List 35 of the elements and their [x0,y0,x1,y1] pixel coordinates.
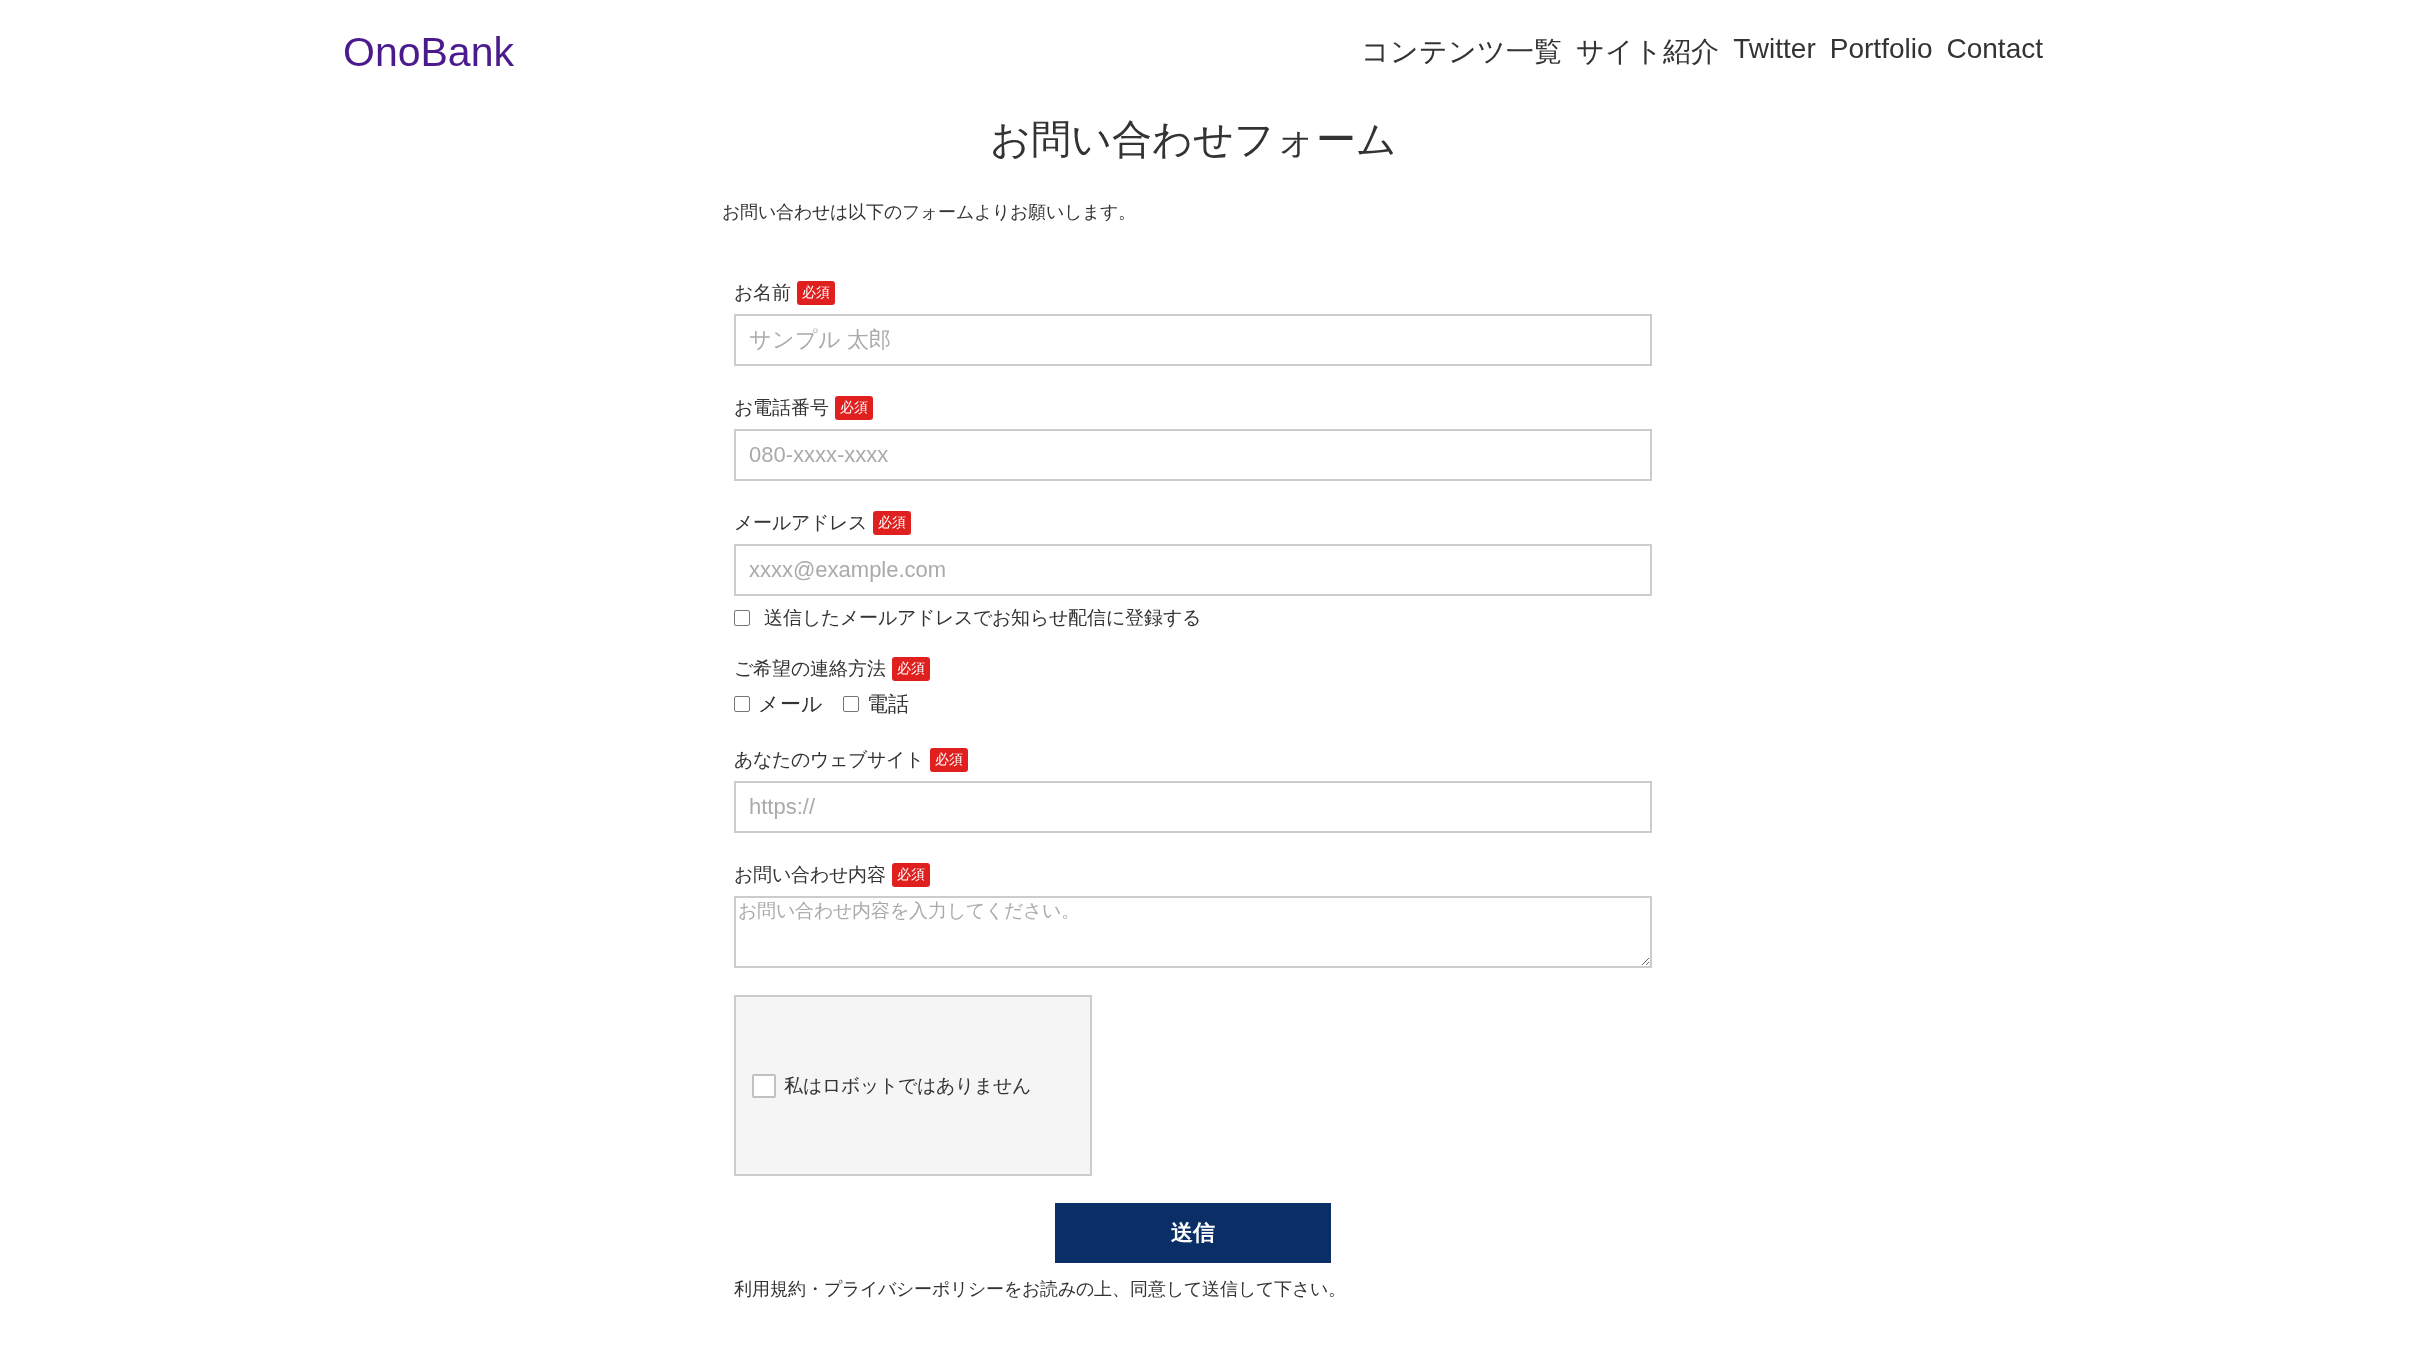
input-field[interactable]: サンプル 太郎 [734,314,1652,366]
input-field[interactable]: https:// [734,781,1652,833]
submit-button[interactable]: 送信 [1055,1203,1331,1263]
checkbox[interactable] [734,696,750,712]
checkbox[interactable] [752,1073,776,1098]
nav-link[interactable]: サイト紹介 [1576,33,1720,71]
nav-link[interactable]: Contact [1946,33,2043,71]
required-badge: 必須 [930,748,968,772]
captcha-label: 私はロボットではありません [784,1072,1031,1098]
input-field[interactable]: xxxx@example.com [734,544,1652,596]
consent-note: 利用規約・プライバシーポリシーをお読みの上、同意して送信して下さい。 [734,1277,1347,1301]
intro-text: お問い合わせは以下のフォームよりお願いします。 [722,200,1137,224]
field-label: お問い合わせ内容 [734,862,886,887]
field-label: お名前 [734,280,791,305]
site-logo[interactable]: OnoBank [343,28,514,76]
checkbox-label[interactable]: 送信したメールアドレスでお知らせ配信に登録する [764,605,1201,631]
option-label[interactable]: メール [758,690,823,718]
field-label: メールアドレス [734,510,867,535]
input-field[interactable]: 080-xxxx-xxxx [734,429,1652,481]
checkbox[interactable] [843,696,859,712]
required-badge: 必須 [835,396,873,420]
message-field[interactable]: お問い合わせ内容を入力してください。 [734,896,1652,968]
field-label: お電話番号 [734,395,829,420]
nav-link[interactable]: Twitter [1733,33,1816,71]
required-badge: 必須 [797,281,835,305]
field-label: ご希望の連絡方法 [734,656,886,681]
nav-link[interactable]: Portfolio [1829,33,1933,71]
page-title: お問い合わせフォーム [988,115,1398,164]
option-label[interactable]: 電話 [867,690,909,718]
field-label: あなたのウェブサイト [734,747,924,772]
required-badge: 必須 [873,511,911,535]
nav-link[interactable]: コンテンツ一覧 [1361,33,1563,71]
required-badge: 必須 [892,863,930,887]
checkbox[interactable] [734,610,750,626]
required-badge: 必須 [892,657,930,681]
